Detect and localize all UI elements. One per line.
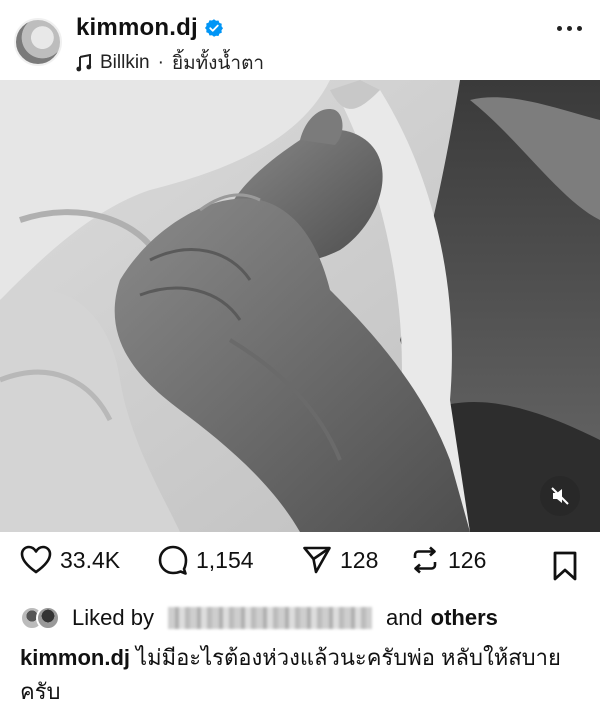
like-action[interactable]: 33.4K	[20, 545, 120, 575]
blurred-username	[167, 607, 372, 629]
mute-button[interactable]	[540, 476, 580, 516]
music-artist: Billkin	[100, 52, 150, 73]
music-note-icon	[76, 54, 92, 72]
reposts-count: 126	[448, 546, 487, 573]
liked-by-avatars	[20, 604, 64, 632]
username[interactable]: kimmon.dj	[76, 14, 198, 42]
likes-count: 33.4K	[60, 546, 121, 573]
comment-icon	[158, 545, 188, 575]
repost-action[interactable]: 126	[410, 545, 486, 575]
music-separator: ·	[157, 52, 164, 73]
speaker-muted-icon	[551, 487, 569, 505]
music-attribution[interactable]: Billkin · ยิ้มทั้งน้ำตา	[76, 48, 264, 78]
shares-count: 128	[340, 546, 379, 573]
liked-by-and: and	[385, 605, 423, 630]
username-row: kimmon.dj	[76, 14, 224, 42]
caption-username[interactable]: kimmon.dj	[20, 645, 130, 670]
liked-by-others[interactable]: others	[431, 605, 498, 631]
repost-icon	[413, 546, 437, 574]
save-button[interactable]	[552, 551, 578, 586]
comments-count: 1,154	[196, 546, 254, 573]
post-image[interactable]	[0, 80, 600, 532]
verified-badge-icon	[204, 19, 223, 37]
post-caption: kimmon.dj ไม่มีอะไรต้องห่วงแล้วนะครับพ่อ …	[20, 641, 586, 709]
liked-by-row[interactable]: Liked by and others	[20, 604, 498, 632]
heart-icon	[20, 545, 52, 574]
music-song: ยิ้มทั้งน้ำตา	[171, 53, 265, 74]
liked-by-prefix: Liked by	[72, 605, 154, 630]
black-and-white-hands-photo	[0, 80, 600, 532]
post-header: kimmon.dj Billkin · ยิ้มทั้งน้ำตา	[0, 0, 600, 80]
send-icon	[303, 546, 331, 574]
share-action[interactable]: 128	[302, 545, 378, 575]
profile-avatar[interactable]	[14, 18, 62, 66]
comment-action[interactable]: 1,154	[158, 545, 254, 575]
action-bar: 33.4K 1,154 128 126	[0, 545, 600, 589]
bookmark-icon	[553, 551, 577, 581]
more-options-icon[interactable]	[557, 26, 582, 31]
